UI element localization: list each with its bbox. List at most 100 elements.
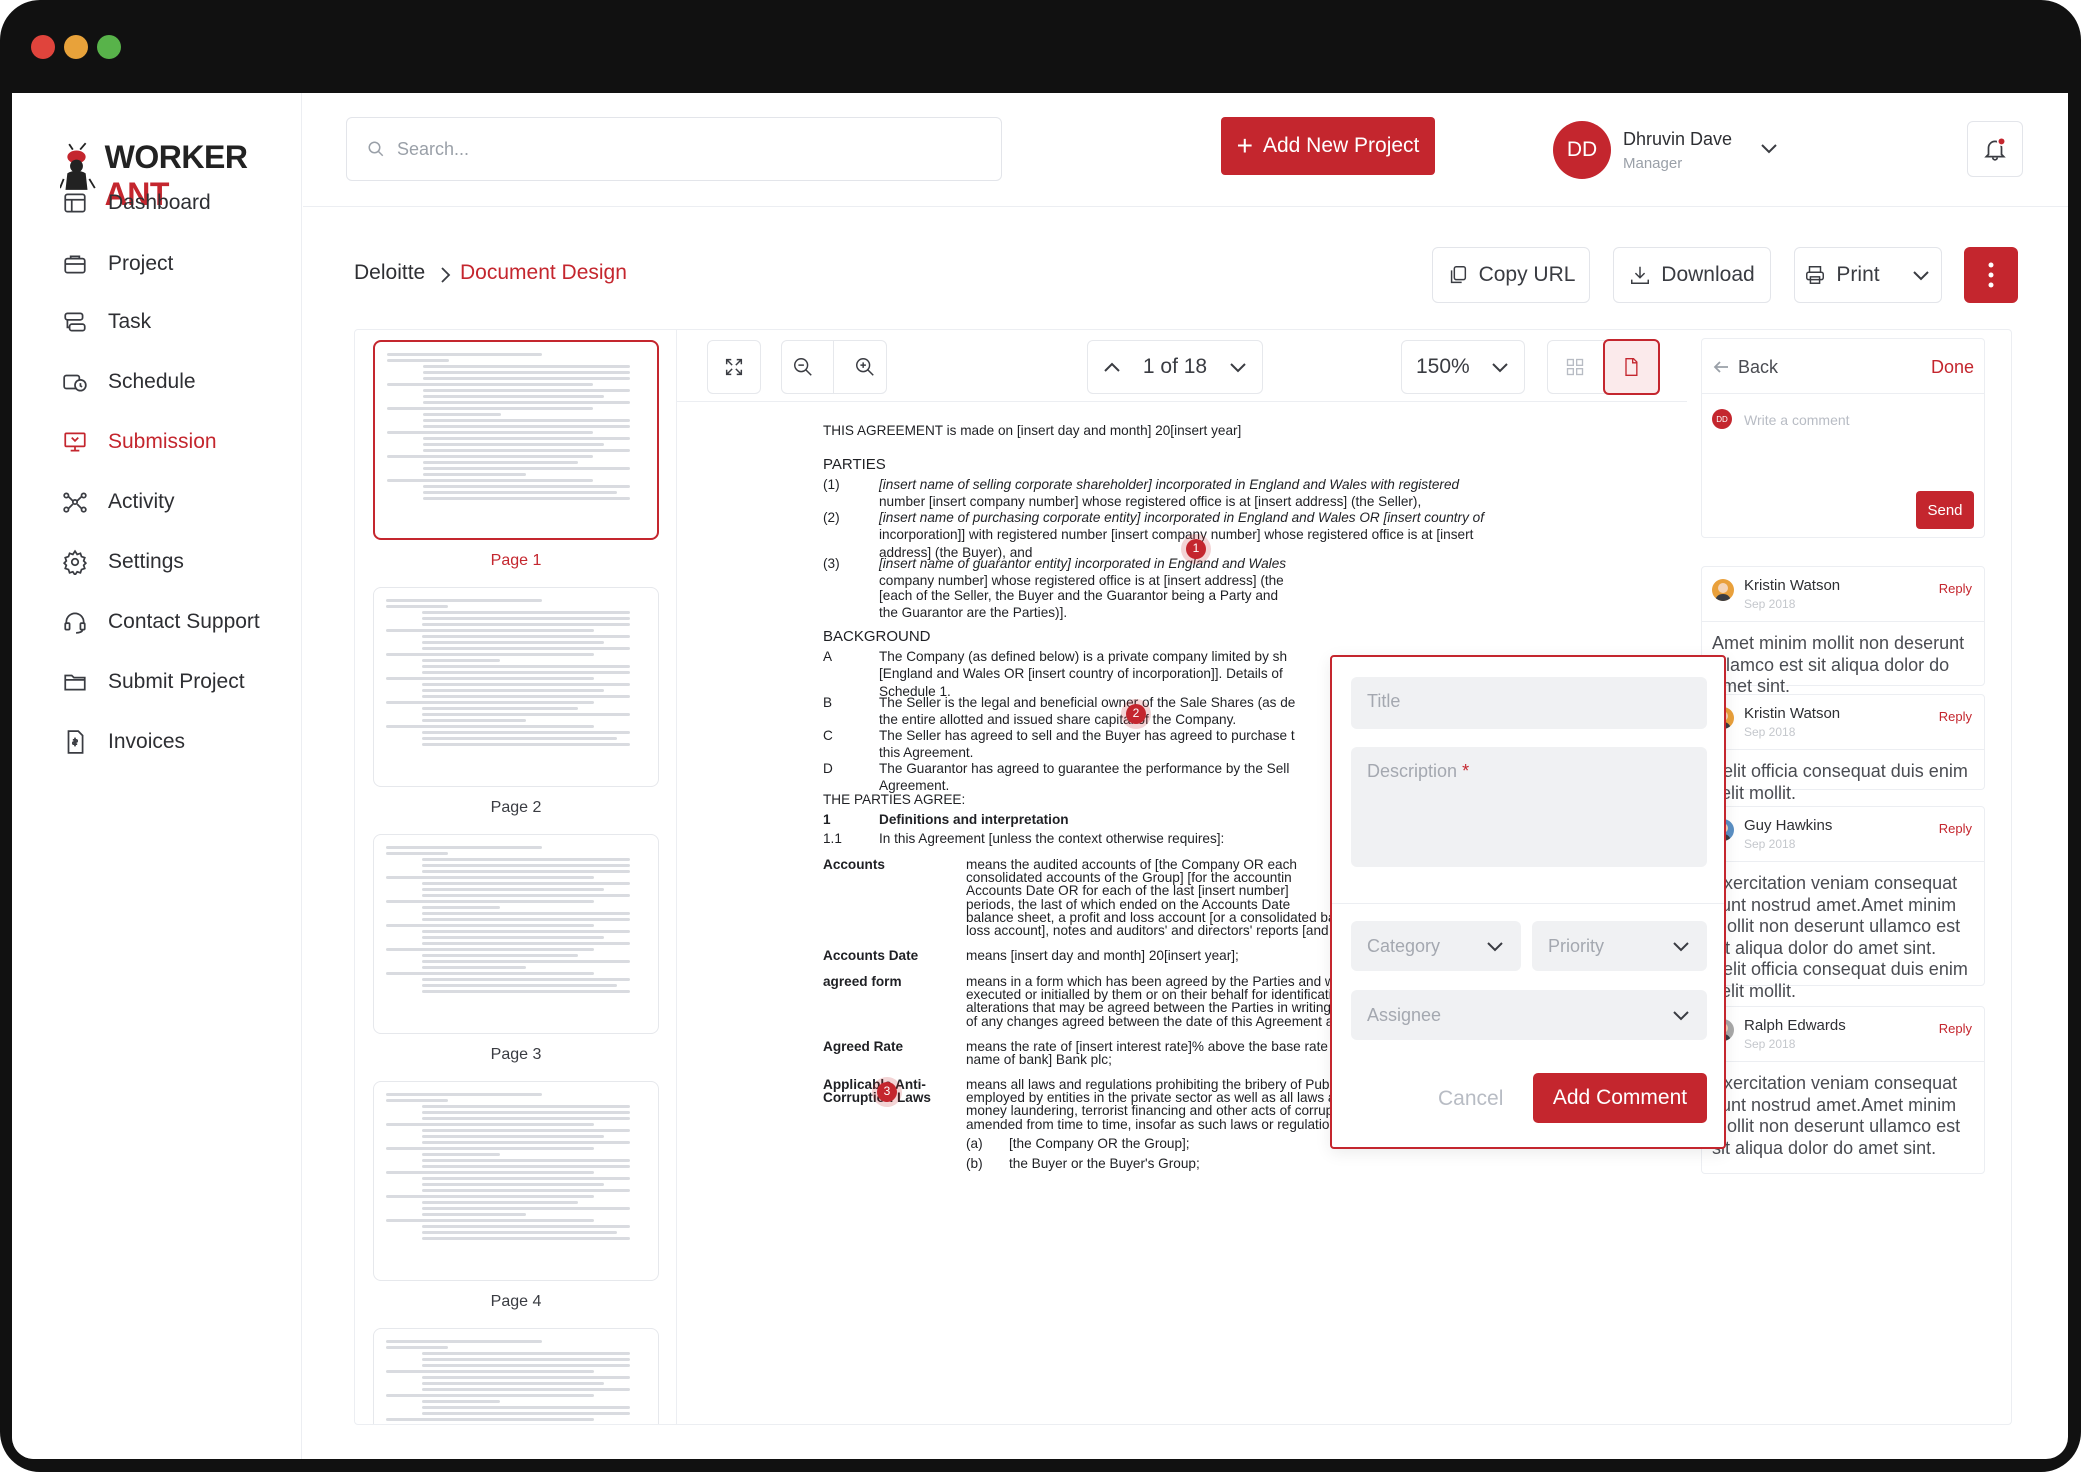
zoom-level: 150% bbox=[1416, 355, 1470, 378]
page-thumbnail-label: Page 2 bbox=[490, 799, 542, 816]
cancel-button[interactable]: Cancel bbox=[1438, 1087, 1503, 1111]
assignee-select[interactable]: Assignee bbox=[1351, 990, 1707, 1040]
thumbnail-text-line bbox=[386, 924, 594, 927]
thumbnail-text-line bbox=[422, 936, 605, 939]
chevron-down-icon[interactable] bbox=[1228, 360, 1248, 374]
page-thumbnail[interactable] bbox=[373, 834, 659, 1034]
comment-divider bbox=[1702, 621, 1984, 622]
grid-view-button[interactable] bbox=[1548, 340, 1603, 394]
done-button[interactable]: Done bbox=[1931, 357, 1974, 378]
more-options-button[interactable] bbox=[1964, 247, 2018, 303]
page-thumbnail[interactable] bbox=[373, 1328, 659, 1424]
popup-divider bbox=[1332, 903, 1724, 904]
zoom-select[interactable]: 150% bbox=[1401, 340, 1525, 394]
reply-button[interactable]: Reply bbox=[1939, 821, 1972, 836]
reply-button[interactable]: Reply bbox=[1939, 1021, 1972, 1036]
reply-button[interactable]: Reply bbox=[1939, 709, 1972, 724]
zoom-in-icon[interactable] bbox=[854, 356, 876, 378]
send-button[interactable]: Send bbox=[1916, 491, 1974, 529]
chevron-down-icon bbox=[1673, 942, 1689, 952]
category-select[interactable]: Category bbox=[1351, 921, 1521, 971]
thumbnail-text-line bbox=[422, 1135, 605, 1138]
page-thumbnail[interactable] bbox=[373, 587, 659, 787]
description-input[interactable]: Description * bbox=[1351, 747, 1707, 867]
thumbnail-text-line bbox=[386, 653, 594, 656]
expand-icon bbox=[725, 358, 743, 376]
print-button[interactable]: Print bbox=[1794, 247, 1942, 303]
thumbnail-text-line bbox=[422, 888, 605, 891]
sidebar-item-label: Activity bbox=[108, 490, 175, 513]
comment-marker[interactable]: 3 bbox=[877, 1082, 897, 1102]
thumbnail-text-line bbox=[423, 467, 630, 470]
thumbnail-text-line bbox=[422, 960, 631, 963]
arrow-left-icon[interactable] bbox=[1712, 359, 1730, 375]
ant-logo-icon bbox=[60, 142, 96, 190]
back-button[interactable]: Back bbox=[1738, 357, 1778, 378]
chevron-up-icon[interactable] bbox=[1102, 360, 1122, 374]
reply-button[interactable]: Reply bbox=[1939, 581, 1972, 596]
thumbnail-text-line bbox=[422, 1213, 527, 1216]
sidebar-item-project[interactable]: Project bbox=[62, 251, 173, 277]
document-workspace: Page 1 Page 2 Page 3 Page 4 1 of 18 150%… bbox=[354, 329, 2012, 1425]
sidebar-item-task[interactable]: Task bbox=[62, 309, 151, 335]
search-input[interactable]: Search... bbox=[346, 117, 1002, 181]
window-minimize-button[interactable] bbox=[64, 35, 88, 59]
thumbnail-text-line bbox=[422, 906, 501, 909]
doc-text-line: [insert name of guarantor entity] incorp… bbox=[879, 556, 1287, 571]
doc-definition-line: name of bank] Bank plc; bbox=[966, 1052, 1112, 1068]
thumbnail-text-line bbox=[422, 1231, 618, 1234]
page-thumbnail[interactable] bbox=[373, 1081, 659, 1281]
thumbnail-text-line bbox=[423, 389, 630, 392]
comment-marker[interactable]: 2 bbox=[1126, 704, 1146, 724]
window-maximize-button[interactable] bbox=[97, 35, 121, 59]
bell-icon bbox=[1984, 136, 2007, 161]
thumbnail-text-line bbox=[422, 707, 579, 710]
sidebar-item-invoices[interactable]: Invoices bbox=[62, 729, 185, 755]
doc-text-line: The Seller is the legal and beneficial o… bbox=[879, 695, 1296, 710]
chevron-down-icon[interactable] bbox=[1759, 141, 1779, 155]
title-placeholder: Title bbox=[1367, 691, 1401, 711]
comment-body: Amet minim mollit non deserunt ullamco e… bbox=[1712, 633, 1965, 696]
thumbnail-text-line bbox=[423, 497, 630, 500]
priority-select[interactable]: Priority bbox=[1532, 921, 1707, 971]
title-input[interactable]: Title bbox=[1351, 677, 1707, 729]
comment-date: Sep 2018 bbox=[1744, 597, 1796, 611]
comment-card: Kristin Watson Sep 2018 Reply Velit officia… bbox=[1701, 694, 1985, 803]
thumbnail-text-line bbox=[422, 1177, 631, 1180]
fullscreen-button[interactable] bbox=[707, 340, 761, 394]
doc-clause-title: Definitions and interpretation bbox=[879, 812, 1069, 827]
thumbnail-text-line bbox=[386, 1340, 542, 1343]
window-close-button[interactable] bbox=[31, 35, 55, 59]
comment-marker[interactable]: 1 bbox=[1186, 539, 1206, 559]
sidebar-item-schedule[interactable]: Schedule bbox=[62, 369, 196, 395]
chevron-down-icon[interactable] bbox=[1910, 268, 1932, 282]
comment-input[interactable]: Write a comment bbox=[1744, 412, 1850, 428]
printer-icon bbox=[1806, 266, 1825, 284]
breadcrumb-parent[interactable]: Deloitte bbox=[354, 261, 425, 285]
notifications-button[interactable] bbox=[1967, 121, 2023, 177]
sidebar-item-submission[interactable]: Submission bbox=[62, 429, 217, 455]
zoom-out-icon[interactable] bbox=[792, 356, 814, 378]
thumbnail-text-line bbox=[422, 1153, 501, 1156]
sidebar-item-settings[interactable]: Settings bbox=[62, 549, 184, 575]
page-view-button[interactable] bbox=[1602, 339, 1660, 395]
add-new-project-button[interactable]: + Add New Project bbox=[1221, 117, 1435, 175]
sidebar-item-contact-support[interactable]: Contact Support bbox=[62, 609, 260, 635]
thumbnail-text-line bbox=[422, 647, 631, 650]
download-button[interactable]: Download bbox=[1613, 247, 1771, 303]
thumbnail-text-line bbox=[423, 371, 630, 374]
page-thumbnail[interactable] bbox=[373, 340, 659, 540]
thumbnail-text-line bbox=[422, 641, 605, 644]
user-name[interactable]: Dhruvin Dave bbox=[1623, 129, 1732, 150]
comment-author: Kristin Watson bbox=[1744, 705, 1841, 722]
copy-url-button[interactable]: Copy URL bbox=[1432, 247, 1590, 303]
print-label: Print bbox=[1836, 263, 1880, 286]
thumbnail-text-line bbox=[422, 1111, 631, 1114]
sidebar-item-submit-project[interactable]: Submit Project bbox=[62, 669, 245, 695]
user-avatar[interactable]: DD bbox=[1553, 121, 1611, 179]
add-comment-button[interactable]: Add Comment bbox=[1533, 1073, 1707, 1123]
thumbnail-text-line bbox=[422, 695, 631, 698]
sidebar-item-dashboard[interactable]: Dashboard bbox=[62, 190, 211, 216]
sidebar-item-activity[interactable]: Activity bbox=[62, 489, 175, 515]
doc-recital-letter: D bbox=[823, 761, 833, 776]
